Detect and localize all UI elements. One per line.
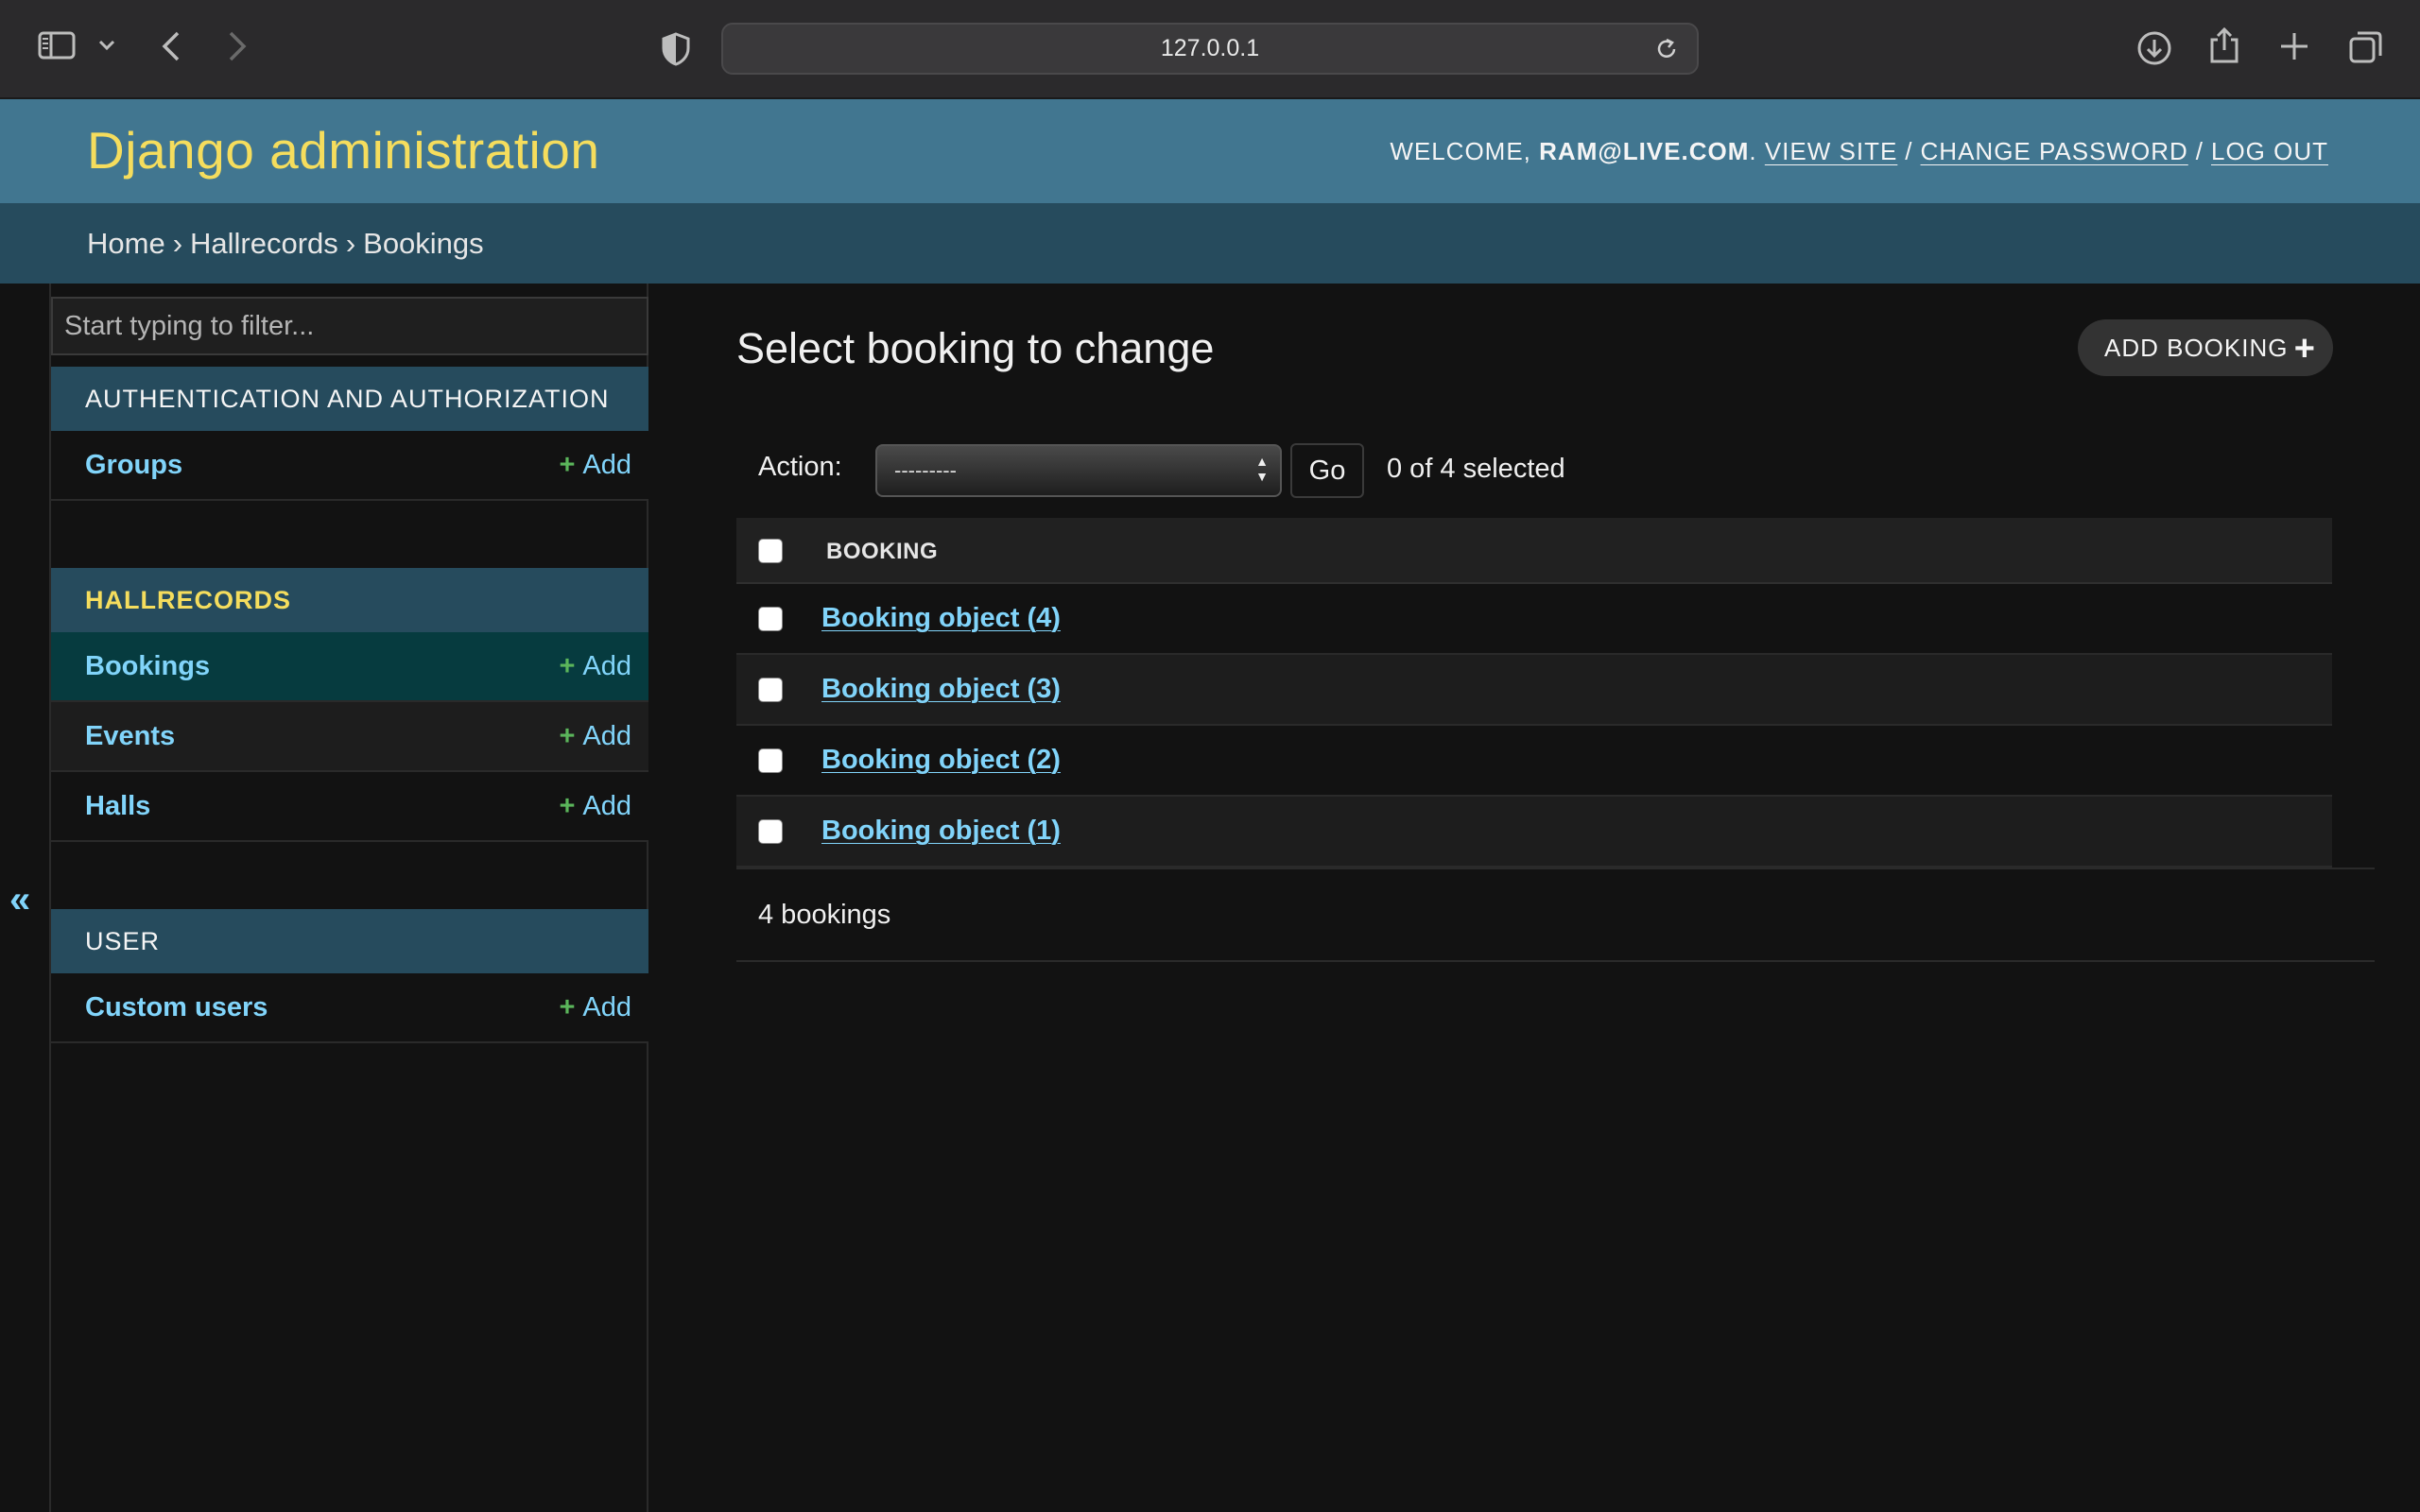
sidebar-filter-input[interactable]: Start typing to filter... — [51, 297, 648, 355]
site-header: Django administration WELCOME, RAM@LIVE.… — [0, 99, 2420, 203]
back-icon[interactable] — [161, 30, 182, 62]
new-tab-icon[interactable] — [2278, 30, 2310, 62]
view-site-link[interactable]: VIEW SITE — [1765, 137, 1897, 165]
sidebar-item-halls: Halls + Add — [51, 772, 648, 842]
module-caption-hallrecords[interactable]: HALLRECORDS — [51, 568, 648, 632]
welcome-text: WELCOME, — [1390, 137, 1540, 165]
breadcrumb-home[interactable]: Home — [87, 227, 165, 261]
sidebar-item-label[interactable]: Groups — [85, 450, 182, 481]
chevron-down-icon[interactable] — [98, 40, 115, 51]
add-events-link[interactable]: + Add — [559, 721, 631, 752]
table-row: Booking object (4) — [736, 584, 2332, 655]
plus-icon: + — [2293, 329, 2316, 369]
toggle-sidebar-button[interactable]: « — [9, 879, 30, 921]
table-row: Booking object (3) — [736, 655, 2332, 726]
address-bar[interactable]: 127.0.0.1 — [721, 23, 1699, 75]
sidebar-item-label[interactable]: Events — [85, 721, 175, 752]
separator: / — [1905, 137, 1913, 165]
sidebar-item-groups: Groups + Add — [51, 431, 648, 501]
row-checkbox[interactable] — [758, 819, 783, 844]
go-button[interactable]: Go — [1290, 443, 1364, 498]
plus-icon: + — [559, 720, 576, 751]
breadcrumb-app[interactable]: Hallrecords — [190, 227, 338, 261]
nav-sidebar: Start typing to filter... AUTHENTICATION… — [49, 284, 648, 1512]
sidebar-item-events: Events + Add — [51, 702, 648, 772]
site-name[interactable]: Django administration — [87, 120, 599, 180]
reload-icon[interactable] — [1653, 36, 1680, 69]
table-header: BOOKING — [736, 518, 2332, 584]
sidebar-item-label[interactable]: Custom users — [85, 992, 268, 1023]
page-title: Select booking to change — [736, 324, 1215, 372]
plus-icon: + — [559, 790, 576, 821]
breadcrumb-separator: › — [345, 226, 356, 260]
forward-icon[interactable] — [227, 30, 248, 62]
table-row: Booking object (2) — [736, 726, 2332, 797]
action-label: Action: — [758, 452, 842, 482]
url-text: 127.0.0.1 — [1160, 35, 1260, 61]
column-header-booking[interactable]: BOOKING — [826, 539, 938, 565]
selection-counter: 0 of 4 selected — [1387, 454, 1565, 484]
paginator: 4 bookings — [736, 868, 2375, 962]
results-table: BOOKING Booking object (4) Booking objec… — [736, 518, 2332, 868]
log-out-link[interactable]: LOG OUT — [2211, 137, 2328, 165]
booking-link[interactable]: Booking object (3) — [821, 674, 1061, 705]
separator: / — [2195, 137, 2204, 165]
browser-toolbar: 127.0.0.1 — [0, 0, 2420, 99]
booking-link[interactable]: Booking object (1) — [821, 816, 1061, 847]
action-selected-value: --------- — [894, 458, 957, 482]
add-booking-button[interactable]: ADD BOOKING + — [2078, 319, 2333, 376]
table-row: Booking object (1) — [736, 797, 2332, 868]
row-checkbox[interactable] — [758, 678, 783, 702]
sidebar-item-bookings: Bookings + Add — [51, 632, 648, 702]
sidebar-item-label[interactable]: Bookings — [85, 651, 210, 682]
username: RAM@LIVE.COM — [1539, 137, 1750, 165]
row-checkbox[interactable] — [758, 607, 783, 631]
sidebar-icon[interactable] — [38, 30, 76, 60]
breadcrumb-current: Bookings — [363, 226, 484, 260]
select-all-checkbox[interactable] — [758, 539, 783, 563]
add-halls-link[interactable]: + Add — [559, 791, 631, 822]
booking-link[interactable]: Booking object (2) — [821, 745, 1061, 776]
share-icon[interactable] — [2208, 26, 2240, 64]
row-checkbox[interactable] — [758, 748, 783, 773]
action-select[interactable]: --------- ▲ ▼ — [875, 444, 1282, 497]
add-booking-label: ADD BOOKING — [2104, 333, 2289, 362]
breadcrumb-separator: › — [172, 226, 183, 260]
add-custom-users-link[interactable]: + Add — [559, 992, 631, 1023]
module-caption-user[interactable]: USER — [51, 909, 648, 973]
add-bookings-link[interactable]: + Add — [559, 651, 631, 682]
tabs-overview-icon[interactable] — [2348, 29, 2384, 65]
sidebar-item-custom-users: Custom users + Add — [51, 973, 648, 1043]
plus-icon: + — [559, 650, 576, 681]
actions-bar: Action: --------- ▲ ▼ Go 0 of 4 selected — [736, 437, 2332, 503]
module-caption-auth[interactable]: AUTHENTICATION AND AUTHORIZATION — [51, 367, 648, 431]
sidebar-item-label[interactable]: Halls — [85, 791, 150, 822]
breadcrumb: Home › Hallrecords › Bookings — [0, 203, 2420, 284]
change-password-link[interactable]: CHANGE PASSWORD — [1921, 137, 2188, 165]
select-arrows-icon: ▲ ▼ — [1255, 454, 1269, 484]
download-icon[interactable] — [2136, 30, 2172, 66]
booking-link[interactable]: Booking object (4) — [821, 603, 1061, 634]
plus-icon: + — [559, 449, 576, 480]
user-tools: WELCOME, RAM@LIVE.COM. VIEW SITE / CHANGE … — [1390, 137, 2328, 165]
add-groups-link[interactable]: + Add — [559, 450, 631, 481]
shield-icon[interactable] — [662, 32, 690, 66]
plus-icon: + — [559, 991, 576, 1022]
